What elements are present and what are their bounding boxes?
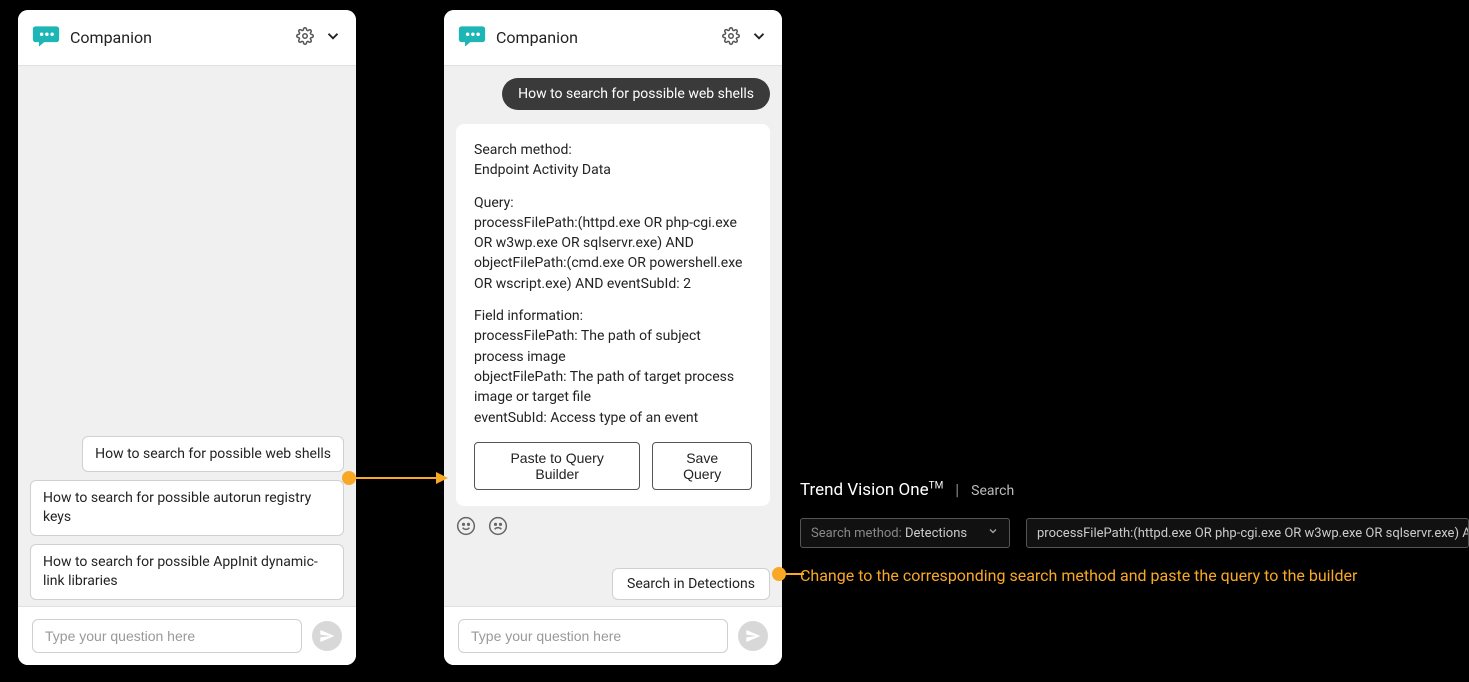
annotation-arrow-line	[356, 477, 436, 479]
thumbs-up-icon[interactable]	[456, 516, 476, 541]
vision-controls: Search method: Detections processFilePat…	[800, 518, 1469, 548]
panel-header: Companion	[444, 10, 782, 66]
question-input[interactable]	[32, 619, 302, 653]
panel-header: Companion	[18, 10, 356, 66]
annotation-dot	[772, 567, 786, 581]
gear-icon[interactable]	[722, 27, 740, 49]
paste-to-query-builder-button[interactable]: Paste to Query Builder	[474, 442, 640, 490]
annotation-connector	[786, 573, 804, 575]
answer-button-row: Paste to Query Builder Save Query	[474, 442, 752, 490]
panel-body: How to search for possible web shells Se…	[444, 66, 782, 606]
panel-title: Companion	[70, 28, 286, 47]
separator: |	[955, 480, 959, 499]
user-message: How to search for possible web shells	[502, 78, 770, 110]
answer-text: Search method: Endpoint Activity Data	[474, 140, 752, 181]
search-method-select[interactable]: Search method: Detections	[800, 518, 1010, 548]
suggestion-chip[interactable]: How to search for possible autorun regis…	[30, 480, 344, 536]
companion-icon	[458, 22, 486, 54]
search-in-detections-button[interactable]: Search in Detections	[612, 568, 770, 600]
annotation-text: Change to the corresponding search metho…	[800, 566, 1469, 585]
save-query-button[interactable]: Save Query	[652, 442, 752, 490]
suggestion-list: How to search for possible web shells Ho…	[30, 436, 344, 606]
page-name: Search	[971, 483, 1014, 499]
companion-icon	[32, 22, 60, 54]
select-content: Search method: Detections	[811, 526, 967, 541]
gear-icon[interactable]	[296, 27, 314, 49]
feedback-row	[456, 516, 770, 541]
chevron-down-icon[interactable]	[750, 27, 768, 49]
suggestion-chip[interactable]: How to search for possible AppInit dynam…	[30, 544, 344, 600]
panel-footer	[18, 606, 356, 665]
thumbs-down-icon[interactable]	[488, 516, 508, 541]
query-input[interactable]: processFilePath:(httpd.exe OR php-cgi.ex…	[1026, 518, 1469, 548]
companion-panel-right: Companion How to search for possible web…	[444, 10, 782, 665]
annotation-dot	[342, 471, 356, 485]
answer-card: Search method: Endpoint Activity Data Qu…	[456, 124, 770, 506]
answer-text: Query: processFilePath:(httpd.exe OR php…	[474, 193, 752, 294]
answer-text: Field information: processFilePath: The …	[474, 306, 752, 428]
suggestion-chip[interactable]: How to search for possible web shells	[82, 436, 344, 473]
send-button[interactable]	[738, 621, 768, 651]
question-input[interactable]	[458, 619, 728, 653]
panel-title: Companion	[496, 28, 712, 47]
vision-title-row: Trend Vision OneTM | Search	[800, 480, 1469, 500]
panel-body: How to search for possible web shells Ho…	[18, 66, 356, 606]
product-title: Trend Vision OneTM	[800, 480, 943, 500]
panel-footer	[444, 606, 782, 665]
companion-panel-left: Companion How to search for possible web…	[18, 10, 356, 665]
vision-one-search-area: Trend Vision OneTM | Search Search metho…	[800, 480, 1469, 585]
chevron-down-icon[interactable]	[324, 27, 342, 49]
chevron-down-icon	[987, 525, 999, 541]
annotation-arrow-head	[436, 472, 448, 484]
send-button[interactable]	[312, 621, 342, 651]
